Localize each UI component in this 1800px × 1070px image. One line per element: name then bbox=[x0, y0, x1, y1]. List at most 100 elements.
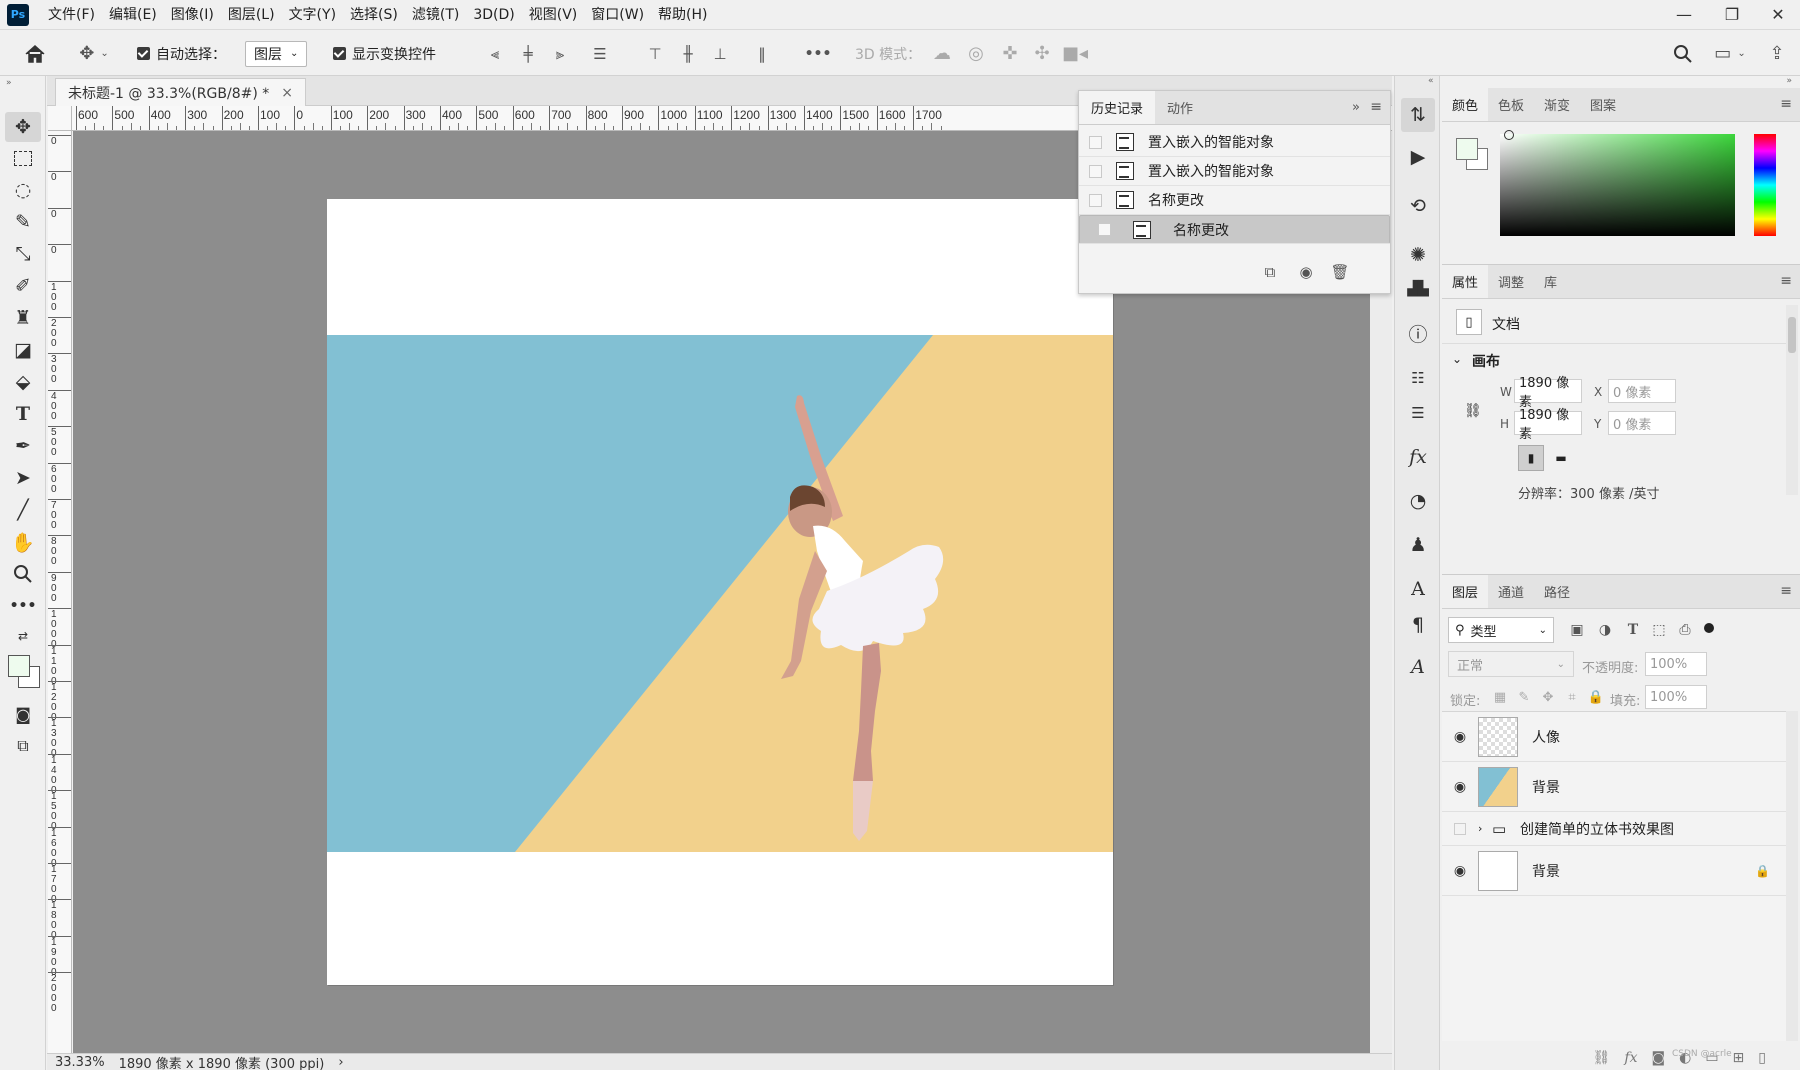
search-icon[interactable] bbox=[1670, 31, 1696, 76]
visibility-eye-icon[interactable]: ◉ bbox=[1442, 863, 1478, 879]
chevron-right-icon[interactable]: › bbox=[1478, 822, 1492, 835]
adjust-icon[interactable]: ☰ bbox=[1401, 396, 1435, 430]
history-icon-active[interactable]: ⇅ bbox=[1401, 98, 1435, 132]
info-icon[interactable]: ⓘ bbox=[1401, 316, 1435, 350]
brush-tool-icon[interactable]: ✐ bbox=[5, 271, 41, 301]
snapshot-checkbox[interactable] bbox=[1089, 135, 1102, 149]
clone-stamp-tool-icon[interactable]: ♜ bbox=[5, 303, 41, 333]
restore-button[interactable]: ❐ bbox=[1710, 0, 1754, 28]
expand-icon[interactable]: » bbox=[1786, 76, 1792, 86]
x-field[interactable]: 0 像素 bbox=[1608, 379, 1676, 403]
document-info[interactable]: 1890 像素 x 1890 像素 (300 ppi) bbox=[119, 1053, 325, 1070]
navigator-icon[interactable]: ✺ bbox=[1401, 238, 1435, 272]
layer-filter-dropdown[interactable]: ⚲ 类型 ⌄ bbox=[1448, 617, 1554, 643]
collapse-icon[interactable]: » bbox=[6, 78, 12, 88]
link-icon[interactable]: ⛓ bbox=[1593, 1050, 1611, 1066]
close-icon[interactable]: × bbox=[281, 85, 293, 101]
menu-select[interactable]: 选择(S) bbox=[343, 0, 405, 30]
tab-actions[interactable]: 动作 bbox=[1155, 91, 1205, 124]
camera-icon[interactable]: ◉ bbox=[1293, 259, 1319, 285]
zoom-level[interactable]: 33.33% bbox=[55, 1055, 105, 1070]
link-icon[interactable]: ⛓ bbox=[1464, 403, 1482, 419]
align-middle-icon[interactable]: ╫ bbox=[678, 31, 698, 76]
tab-properties[interactable]: 属性 bbox=[1442, 265, 1489, 298]
layer-row[interactable]: ◉ 背景 bbox=[1442, 762, 1786, 812]
menu-layer[interactable]: 图层(L) bbox=[221, 0, 282, 30]
color-picker-cursor[interactable] bbox=[1504, 130, 1514, 140]
width-field[interactable]: 1890 像素 bbox=[1514, 376, 1582, 410]
paragraph-icon[interactable]: ¶ bbox=[1401, 608, 1435, 642]
filter-smart-object-icon[interactable]: ⎙ bbox=[1674, 619, 1696, 641]
layers-scrollbar[interactable] bbox=[1786, 711, 1798, 1041]
lock-transparent-icon[interactable]: ▦ bbox=[1490, 685, 1510, 709]
fx-icon[interactable]: fx bbox=[1624, 1050, 1637, 1066]
marquee-tool-icon[interactable] bbox=[5, 143, 41, 173]
history-scrollbar[interactable] bbox=[1370, 131, 1380, 259]
menu-file[interactable]: 文件(F) bbox=[41, 0, 102, 30]
properties-scrollbar[interactable] bbox=[1786, 305, 1798, 495]
expand-panel-icon[interactable]: » bbox=[1352, 100, 1360, 115]
filter-shape-icon[interactable]: ⬚ bbox=[1648, 619, 1670, 641]
glyphs-icon[interactable]: A bbox=[1401, 650, 1435, 684]
layer-group-row[interactable]: › ▭ 创建简单的立体书效果图 bbox=[1442, 812, 1786, 846]
filter-adjustment-icon[interactable]: ◑ bbox=[1594, 619, 1616, 641]
menu-image[interactable]: 图像(I) bbox=[164, 0, 221, 30]
3d-slide-icon[interactable]: ✣ bbox=[1030, 31, 1054, 76]
tool-presets-icon[interactable]: ♟ bbox=[1401, 528, 1435, 562]
3d-roll-icon[interactable]: ◎ bbox=[964, 31, 988, 76]
character-icon[interactable]: A bbox=[1401, 572, 1435, 606]
align-top-icon[interactable]: ⊤ bbox=[645, 31, 665, 76]
chevron-down-icon[interactable]: ⌄ bbox=[1452, 352, 1462, 366]
eyedropper-tool-icon[interactable]: ⤡ bbox=[5, 239, 41, 269]
foreground-color-swatch[interactable] bbox=[8, 655, 30, 677]
menu-3d[interactable]: 3D(D) bbox=[466, 0, 521, 30]
vertical-ruler[interactable]: 0 0 0 0 100 200 300 400 500 600 700 800 900 1000 1100 1… bbox=[48, 131, 72, 1053]
auto-select-target-dropdown[interactable]: 图层 ⌄ bbox=[245, 31, 308, 76]
menu-window[interactable]: 窗口(W) bbox=[584, 0, 651, 30]
menu-view[interactable]: 视图(V) bbox=[522, 0, 585, 30]
history-icon[interactable]: ⟲ bbox=[1401, 189, 1435, 223]
visibility-eye-icon[interactable]: ◉ bbox=[1442, 779, 1478, 795]
histogram-icon[interactable]: ▟▙ bbox=[1401, 272, 1435, 306]
foreground-color-swatch[interactable] bbox=[1456, 138, 1478, 160]
paint-bucket-tool-icon[interactable]: ⬙ bbox=[5, 367, 41, 397]
move-tool-icon[interactable]: ✥ bbox=[5, 112, 41, 142]
3d-camera-icon[interactable]: ■◂ bbox=[1062, 31, 1088, 76]
type-tool-icon[interactable]: T bbox=[5, 399, 41, 429]
tab-libraries[interactable]: 库 bbox=[1534, 265, 1567, 298]
3d-pan-icon[interactable]: ✜ bbox=[998, 31, 1022, 76]
tab-channels[interactable]: 通道 bbox=[1488, 575, 1534, 608]
share-icon[interactable]: ⇪ bbox=[1764, 31, 1790, 76]
visibility-eye-icon[interactable]: ◉ bbox=[1442, 729, 1478, 745]
snapshot-checkbox[interactable] bbox=[1089, 164, 1102, 178]
blend-mode-dropdown[interactable]: 正常 ⌄ bbox=[1448, 651, 1574, 677]
align-center-icon[interactable]: ╪ bbox=[518, 31, 538, 76]
pen-tool-icon[interactable]: ✒ bbox=[5, 431, 41, 461]
tab-swatches[interactable]: 色板 bbox=[1488, 88, 1534, 121]
mask-icon[interactable]: ◙ bbox=[1652, 1050, 1666, 1066]
filter-toggle-icon[interactable] bbox=[1704, 623, 1714, 633]
ruler-origin[interactable] bbox=[48, 106, 72, 131]
trash-icon[interactable]: ▯ bbox=[1758, 1050, 1766, 1066]
landscape-orientation-icon[interactable]: ▬ bbox=[1548, 445, 1574, 471]
new-layer-icon[interactable]: ⊞ bbox=[1733, 1050, 1745, 1066]
close-window-button[interactable]: ✕ bbox=[1756, 0, 1800, 28]
lasso-tool-icon[interactable]: ◌ bbox=[5, 175, 41, 205]
panel-menu-icon[interactable]: ≡ bbox=[1780, 583, 1792, 599]
fill-field[interactable]: 100% bbox=[1645, 685, 1707, 709]
filter-type-icon[interactable]: T bbox=[1622, 619, 1644, 641]
tab-paths[interactable]: 路径 bbox=[1534, 575, 1580, 608]
workspace-icon[interactable]: ▭ ⌄ bbox=[1710, 31, 1750, 76]
trash-icon[interactable]: 🗑 bbox=[1327, 259, 1353, 285]
swap-colors-icon[interactable]: ⇄ bbox=[5, 621, 41, 651]
brush-settings-icon[interactable]: ☷ bbox=[1401, 361, 1435, 395]
line-tool-icon[interactable]: ╱ bbox=[5, 495, 41, 525]
history-item-selected[interactable]: 名称更改 bbox=[1079, 215, 1390, 244]
3d-orbit-icon[interactable]: ☁ bbox=[930, 31, 954, 76]
align-right-icon[interactable]: ⫸ bbox=[550, 31, 570, 76]
layer-row[interactable]: ◉ 背景 🔒 bbox=[1442, 846, 1786, 896]
tab-history[interactable]: 历史记录 bbox=[1079, 91, 1156, 124]
layer-row[interactable]: ◉ 人像 bbox=[1442, 712, 1786, 762]
menu-edit[interactable]: 编辑(E) bbox=[102, 0, 164, 30]
tab-color[interactable]: 颜色 bbox=[1442, 88, 1489, 121]
